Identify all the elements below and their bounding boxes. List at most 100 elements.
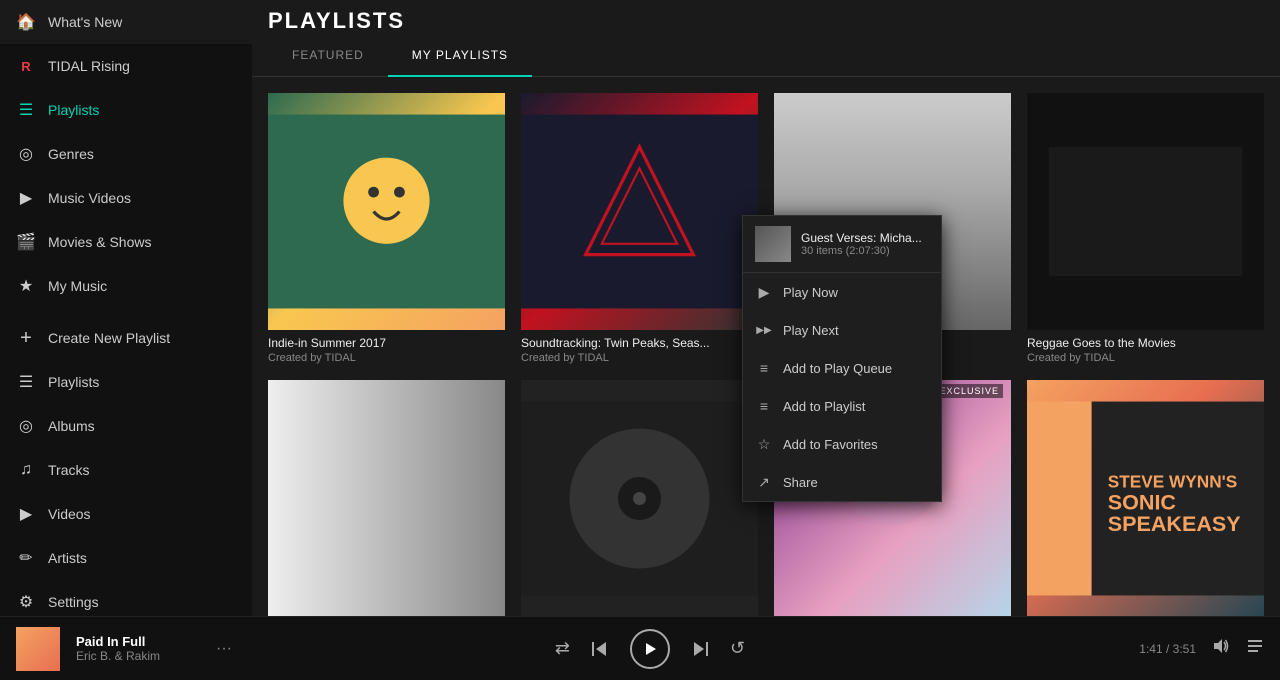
shuffle-button[interactable]: ⇄ bbox=[555, 638, 570, 659]
time-current: 1:41 bbox=[1139, 642, 1162, 656]
context-menu-add-to-favorites[interactable]: ☆ Add to Favorites bbox=[743, 425, 941, 463]
sidebar-label-my-music: My Music bbox=[48, 278, 107, 294]
playlists-icon: ☰ bbox=[16, 100, 36, 120]
playlist-title-1: Indie-in Summer 2017 bbox=[268, 336, 505, 350]
playlist-card-1[interactable]: Indie-in Summer 2017 Created by TIDAL bbox=[260, 85, 513, 372]
main-content: PLAYLISTS FEATURED MY PLAYLISTS bbox=[252, 0, 1280, 616]
tracks-icon: ♫ bbox=[16, 460, 36, 480]
movies-shows-icon: 🎬 bbox=[16, 232, 36, 252]
sidebar-item-whats-new[interactable]: 🏠 What's New bbox=[0, 0, 252, 44]
player-track-info: Paid In Full Eric B. & Rakim bbox=[76, 634, 196, 663]
playlist-card-2[interactable]: Soundtracking: Twin Peaks, Seas... Creat… bbox=[513, 85, 766, 372]
context-menu-play-next[interactable]: ▶▶ Play Next bbox=[743, 311, 941, 349]
player-bar: Paid In Full Eric B. & Rakim ··· ⇄ ↺ 1:4… bbox=[0, 616, 1280, 680]
my-music-icon: ★ bbox=[16, 276, 36, 296]
next-button[interactable] bbox=[690, 639, 710, 659]
queue-button[interactable] bbox=[1246, 637, 1264, 660]
add-to-favorites-label: Add to Favorites bbox=[783, 437, 878, 452]
context-menu-add-to-queue[interactable]: ≡ Add to Play Queue bbox=[743, 349, 941, 387]
sidebar-label-artists: Artists bbox=[48, 550, 87, 566]
playlist-cover-5 bbox=[268, 380, 505, 616]
sidebar-label-settings: Settings bbox=[48, 594, 99, 610]
context-menu-thumbnail bbox=[755, 226, 791, 262]
time-separator: / bbox=[1166, 642, 1173, 656]
context-menu-panel: Guest Verses: Micha... 30 items (2:07:30… bbox=[742, 215, 942, 502]
sidebar-item-music-videos[interactable]: ▶ Music Videos bbox=[0, 176, 252, 220]
player-track-artist: Eric B. & Rakim bbox=[76, 649, 196, 663]
volume-button[interactable] bbox=[1212, 637, 1230, 660]
repeat-button[interactable]: ↺ bbox=[730, 638, 745, 659]
create-playlist-icon: + bbox=[16, 328, 36, 348]
sidebar-label-tidal-rising: TIDAL Rising bbox=[48, 58, 130, 74]
tab-featured[interactable]: FEATURED bbox=[268, 34, 388, 76]
player-album-art bbox=[16, 627, 60, 671]
artists-icon: ✏ bbox=[16, 548, 36, 568]
play-pause-button[interactable] bbox=[630, 629, 670, 669]
sidebar-item-videos[interactable]: ▶ Videos bbox=[0, 492, 252, 536]
context-menu-add-to-playlist[interactable]: ≡ Add to Playlist bbox=[743, 387, 941, 425]
play-next-icon: ▶▶ bbox=[755, 321, 773, 339]
sidebar-item-movies-shows[interactable]: 🎬 Movies & Shows bbox=[0, 220, 252, 264]
sidebar-label-playlists-2: Playlists bbox=[48, 374, 99, 390]
play-now-label: Play Now bbox=[783, 285, 838, 300]
playlist-cover-2 bbox=[521, 93, 758, 330]
playlist-cover-4 bbox=[1027, 93, 1264, 330]
playlist-cover-6 bbox=[521, 380, 758, 616]
settings-icon: ⚙ bbox=[16, 592, 36, 612]
sidebar-item-settings[interactable]: ⚙ Settings bbox=[0, 580, 252, 616]
tab-my-playlists[interactable]: MY PLAYLISTS bbox=[388, 34, 532, 76]
albums-icon: ◎ bbox=[16, 416, 36, 436]
add-to-playlist-icon: ≡ bbox=[755, 397, 773, 415]
context-menu-info: Guest Verses: Micha... 30 items (2:07:30… bbox=[801, 231, 929, 257]
sidebar-item-create-playlist[interactable]: + Create New Playlist bbox=[0, 316, 252, 360]
playlist-card-6[interactable]: Jamaica in the Bronx: Wackie's Created b… bbox=[513, 372, 766, 616]
sidebar-label-whats-new: What's New bbox=[48, 14, 122, 30]
context-menu-play-now[interactable]: ▶ Play Now bbox=[743, 273, 941, 311]
player-more-button[interactable]: ··· bbox=[212, 636, 236, 662]
add-to-queue-label: Add to Play Queue bbox=[783, 361, 892, 376]
home-icon: 🏠 bbox=[16, 12, 36, 32]
sidebar-item-albums[interactable]: ◎ Albums bbox=[0, 404, 252, 448]
player-track-name: Paid In Full bbox=[76, 634, 196, 649]
sidebar-label-movies-shows: Movies & Shows bbox=[48, 234, 151, 250]
context-menu-meta: 30 items (2:07:30) bbox=[801, 245, 929, 257]
sidebar-label-albums: Albums bbox=[48, 418, 95, 434]
player-controls: ⇄ ↺ bbox=[252, 629, 1048, 669]
playlist-card-5[interactable]: Unknown Legend: Neil Young Dee... Create… bbox=[260, 372, 513, 616]
share-icon: ↗ bbox=[755, 473, 773, 491]
music-videos-icon: ▶ bbox=[16, 188, 36, 208]
sidebar-label-create-playlist: Create New Playlist bbox=[48, 330, 170, 346]
player-right-controls: 1:41 / 3:51 bbox=[1064, 637, 1264, 660]
share-label: Share bbox=[783, 475, 818, 490]
time-display: 1:41 / 3:51 bbox=[1139, 642, 1196, 656]
context-menu-share[interactable]: ↗ Share bbox=[743, 463, 941, 501]
sidebar-item-tidal-rising[interactable]: R TIDAL Rising bbox=[0, 44, 252, 88]
sidebar-label-tracks: Tracks bbox=[48, 462, 89, 478]
sidebar-item-tracks[interactable]: ♫ Tracks bbox=[0, 448, 252, 492]
page-title: PLAYLISTS bbox=[252, 0, 1280, 34]
playlist-card-4[interactable]: Reggae Goes to the Movies Created by TID… bbox=[1019, 85, 1272, 372]
playlist-creator-4: Created by TIDAL bbox=[1027, 352, 1264, 364]
tidal-rising-icon: R bbox=[16, 56, 36, 76]
genres-icon: ◎ bbox=[16, 144, 36, 164]
sidebar-label-playlists: Playlists bbox=[48, 102, 99, 118]
add-to-queue-icon: ≡ bbox=[755, 359, 773, 377]
sidebar-item-playlists[interactable]: ☰ Playlists bbox=[0, 88, 252, 132]
playlist-card-8[interactable]: STEVE WYNN'S SONIC SPEAKEASY Steve Wynn'… bbox=[1019, 372, 1272, 616]
add-to-favorites-icon: ☆ bbox=[755, 435, 773, 453]
sidebar-item-genres[interactable]: ◎ Genres bbox=[0, 132, 252, 176]
sidebar-item-artists[interactable]: ✏ Artists bbox=[0, 536, 252, 580]
sidebar-item-my-music[interactable]: ★ My Music bbox=[0, 264, 252, 308]
sidebar-item-playlists-2[interactable]: ☰ Playlists bbox=[0, 360, 252, 404]
videos-icon: ▶ bbox=[16, 504, 36, 524]
playlist-creator-2: Created by TIDAL bbox=[521, 352, 758, 364]
add-to-playlist-label: Add to Playlist bbox=[783, 399, 865, 414]
play-now-icon: ▶ bbox=[755, 283, 773, 301]
sidebar-label-music-videos: Music Videos bbox=[48, 190, 131, 206]
context-menu-header: Guest Verses: Micha... 30 items (2:07:30… bbox=[743, 216, 941, 273]
playlist-cover-1 bbox=[268, 93, 505, 330]
sidebar-label-videos: Videos bbox=[48, 506, 91, 522]
playlist-cover-8: STEVE WYNN'S SONIC SPEAKEASY bbox=[1027, 380, 1264, 616]
play-next-label: Play Next bbox=[783, 323, 839, 338]
prev-button[interactable] bbox=[590, 639, 610, 659]
